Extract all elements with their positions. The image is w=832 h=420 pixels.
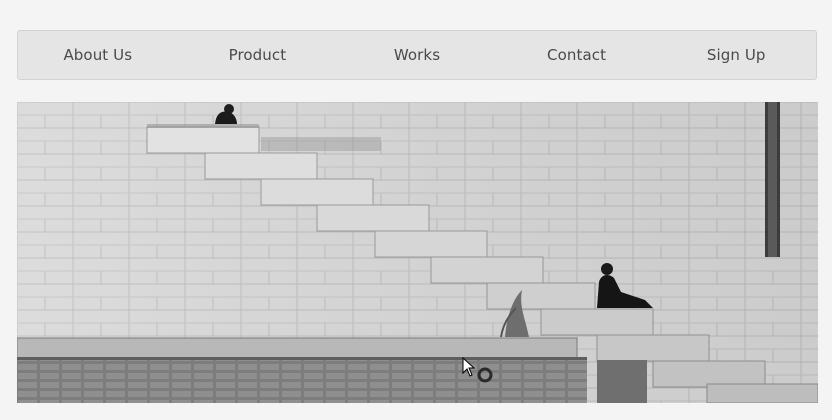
stone-steps-photo — [17, 102, 818, 403]
nav-item-contact[interactable]: Contact — [497, 46, 657, 64]
hero-image — [17, 102, 818, 403]
top-navigation-bar: About Us Product Works Contact Sign Up — [17, 30, 817, 80]
nav-item-works[interactable]: Works — [337, 46, 497, 64]
nav-item-sign-up[interactable]: Sign Up — [656, 46, 816, 64]
nav-item-about-us[interactable]: About Us — [18, 46, 178, 64]
nav-item-product[interactable]: Product — [178, 46, 338, 64]
lower-brick-wall — [17, 357, 587, 403]
